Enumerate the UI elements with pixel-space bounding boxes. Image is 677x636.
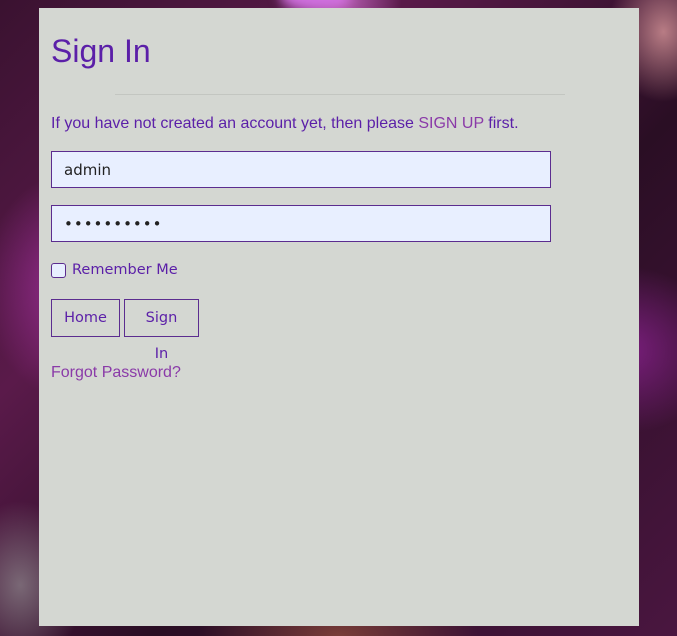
title-divider <box>115 94 565 95</box>
signup-prompt: If you have not created an account yet, … <box>51 114 519 134</box>
signup-link[interactable]: SIGN UP <box>418 115 484 132</box>
forgot-password-link[interactable]: Forgot Password? <box>51 364 181 382</box>
username-input[interactable] <box>51 151 551 188</box>
remember-me-label[interactable]: Remember Me <box>72 262 178 278</box>
remember-me-checkbox[interactable] <box>51 262 66 278</box>
home-button[interactable]: Home <box>51 299 120 337</box>
signin-button[interactable]: Sign In <box>124 299 199 362</box>
remember-me-row[interactable]: Remember Me <box>51 262 178 278</box>
signup-prompt-suffix: first. <box>483 115 519 132</box>
page-title: Sign In <box>51 33 151 69</box>
signin-panel: Sign In If you have not created an accou… <box>39 8 639 626</box>
signup-prompt-prefix: If you have not created an account yet, … <box>51 115 419 132</box>
password-input[interactable] <box>51 205 551 242</box>
